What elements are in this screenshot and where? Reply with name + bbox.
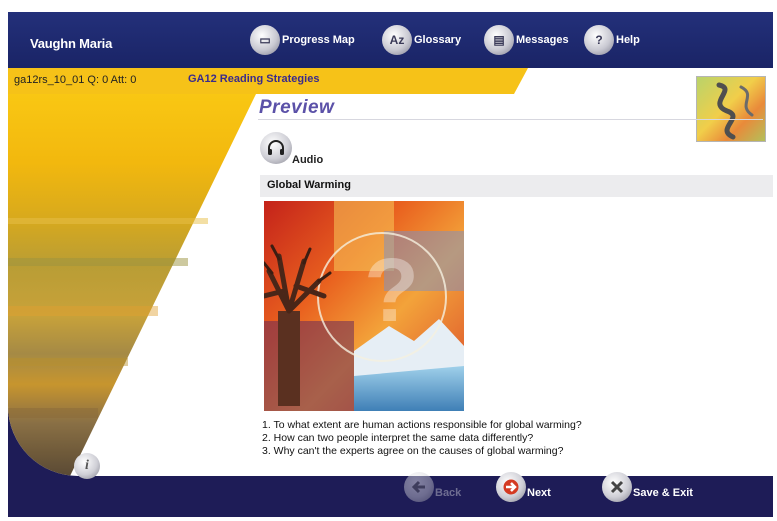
info-button[interactable]: i [74,453,100,479]
glossary-label: Glossary [414,34,462,46]
back-label: Back [435,487,462,499]
messages-label: Messages [516,34,569,46]
title-divider [258,119,763,120]
next-button[interactable]: Next [496,470,551,502]
help-button[interactable]: ? Help [584,22,640,58]
next-arrow-icon [496,472,526,502]
progress-map-button[interactable]: ▭ Progress Map [250,22,355,58]
course-code: ga12rs_10_01 Q: 0 Att: 0 [14,74,137,86]
progress-map-icon: ▭ [250,25,280,55]
lesson-thumbnail [696,76,766,142]
close-icon [602,472,632,502]
page-title: Preview [259,97,335,118]
help-icon: ? [584,25,614,55]
save-exit-button[interactable]: Save & Exit [602,470,693,502]
question-3: 3. Why can't the experts agree on the ca… [262,445,564,457]
question-list: 1. To what extent are human actions resp… [262,419,582,458]
side-decoration [8,94,256,476]
info-icon: i [85,458,89,473]
question-2: 2. How can two people interpret the same… [262,432,534,444]
audio-label: Audio [292,154,324,166]
topic-title: Global Warming [267,179,351,191]
messages-icon: ▤ [484,25,514,55]
course-title: GA12 Reading Strategies [188,73,320,85]
audio-button[interactable] [260,132,292,164]
help-label: Help [616,34,640,46]
user-name: Vaughn Maria [30,36,113,51]
question-1: 1. To what extent are human actions resp… [262,419,582,431]
global-warming-illustration: ? [264,201,464,411]
save-exit-label: Save & Exit [633,487,693,499]
next-label: Next [527,487,551,499]
back-button[interactable]: Back [404,470,461,502]
swirl-icon [716,82,754,140]
progress-map-label: Progress Map [282,34,355,46]
svg-text:?: ? [364,241,419,341]
back-arrow-icon [404,472,434,502]
messages-button[interactable]: ▤ Messages [484,22,569,58]
headphones-icon [268,140,284,155]
glossary-button[interactable]: Az Glossary [382,22,461,58]
app-window: Vaughn Maria ▭ Progress Map Az Glossary … [8,12,773,517]
top-bar: Vaughn Maria ▭ Progress Map Az Glossary … [8,12,773,68]
glossary-icon: Az [382,25,412,55]
